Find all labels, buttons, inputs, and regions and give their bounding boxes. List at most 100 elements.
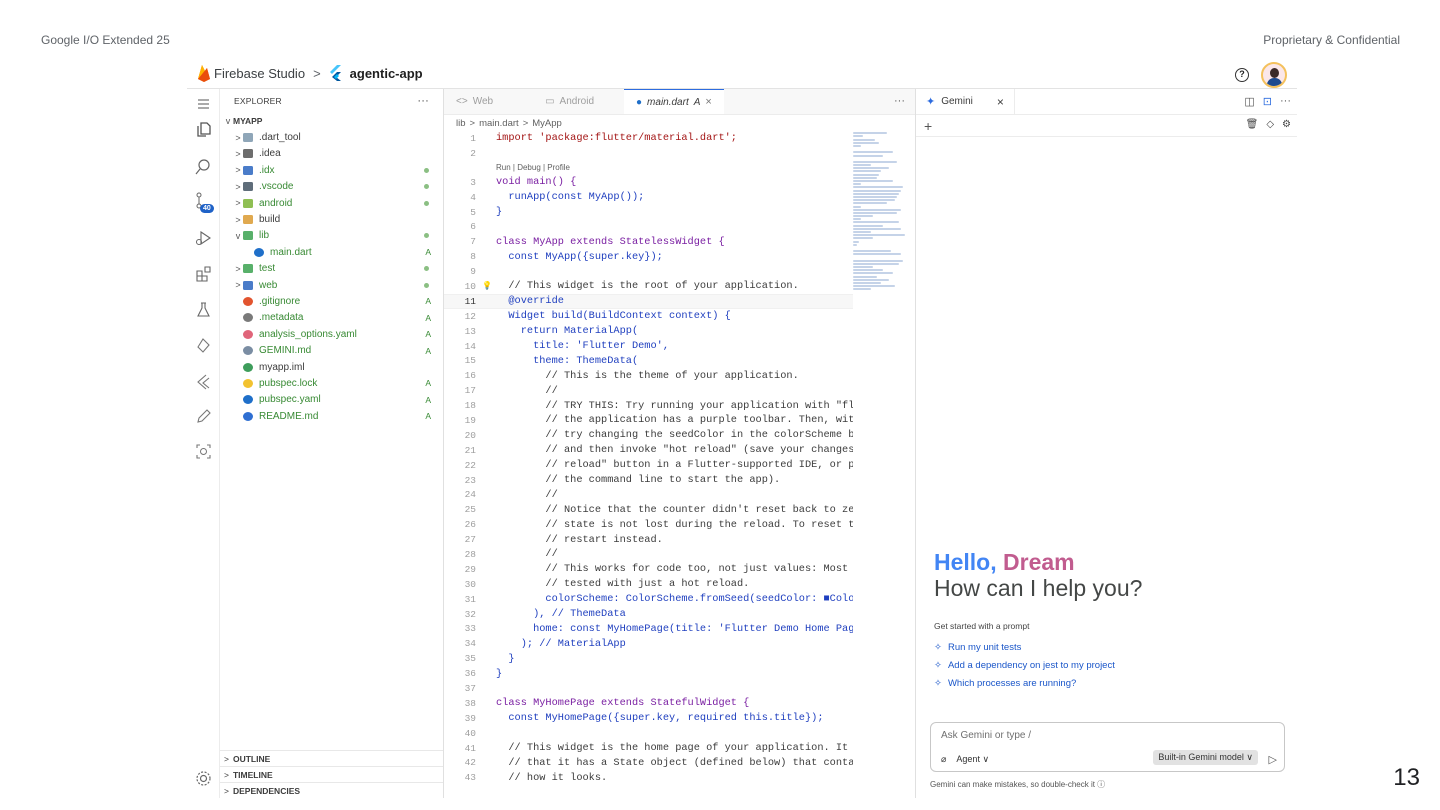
tree-item[interactable]: pubspec.lock A <box>220 375 443 391</box>
line-number: 19 <box>464 414 476 426</box>
tree-item[interactable]: > .vscode <box>220 179 443 195</box>
tree-item[interactable]: > .idx <box>220 162 443 178</box>
tab-android[interactable]: ▭ Android <box>533 89 624 114</box>
agent-mode-dropdown[interactable]: Agent ∨ <box>956 754 989 765</box>
editor-panel: <> Web ▭ Android ● main.dart A × ··· lib > main.d… <box>444 89 916 798</box>
settings-icon[interactable]: ⚙ <box>1282 119 1291 130</box>
model-select[interactable]: Built-in Gemini model ∨ <box>1153 750 1258 765</box>
tree-item[interactable]: > test <box>220 261 443 277</box>
close-icon[interactable]: × <box>705 96 711 108</box>
tab-web[interactable]: <> Web <box>444 89 533 114</box>
tree-item[interactable]: > web <box>220 277 443 293</box>
tree-item[interactable]: myapp.iml <box>220 359 443 375</box>
chevron-right-icon: > <box>224 753 229 764</box>
code-area[interactable]: 1 import 'package:flutter/material.dart';… <box>444 131 853 798</box>
tree-item[interactable]: > .dart_tool <box>220 129 443 145</box>
tree-item[interactable]: v lib <box>220 228 443 244</box>
chevron-right-icon: > <box>235 181 241 192</box>
tree-item[interactable]: README.md A <box>220 408 443 424</box>
code-line: 3 void main() { <box>444 175 853 190</box>
settings-gear-icon[interactable] <box>195 770 212 787</box>
tab-gemini[interactable]: ✦ Gemini × <box>916 89 1015 114</box>
code-text: ); // MaterialApp <box>496 637 626 650</box>
file-icon <box>243 395 253 405</box>
send-icon[interactable]: ▷ <box>1269 753 1277 766</box>
sparkle-icon: ✧ <box>934 677 942 689</box>
flutter-nav-icon[interactable] <box>195 373 212 390</box>
tree-item[interactable]: analysis_options.yaml A <box>220 326 443 342</box>
sidebar-section[interactable]: > TIMELINE <box>220 766 443 782</box>
lock-icon[interactable]: ⊡ <box>1263 95 1272 108</box>
folder-icon <box>243 215 253 225</box>
breadcrumb-item[interactable]: main.dart <box>479 118 519 129</box>
more-icon[interactable]: ··· <box>1280 95 1291 108</box>
edit-pen-icon[interactable] <box>195 408 212 425</box>
tree-item[interactable]: .gitignore A <box>220 293 443 309</box>
git-status: A <box>425 345 431 356</box>
tab-status: A <box>693 96 701 108</box>
menu-icon[interactable] <box>195 95 212 112</box>
eraser-icon[interactable]: ◇ <box>1266 119 1274 130</box>
tree-item[interactable]: > build <box>220 211 443 227</box>
line-number: 8 <box>470 251 476 263</box>
extensions-icon[interactable] <box>195 265 212 282</box>
suggested-prompt[interactable]: ✧ Run my unit tests <box>934 639 1021 655</box>
tree-item[interactable]: GEMINI.md A <box>220 342 443 358</box>
testing-flask-icon[interactable] <box>195 301 212 318</box>
line-number: 25 <box>464 504 476 516</box>
app-name[interactable]: Firebase Studio <box>214 66 305 81</box>
close-icon[interactable]: × <box>997 95 1004 109</box>
breadcrumb-item[interactable]: MyApp <box>532 118 562 129</box>
code-line: 5} <box>444 205 853 220</box>
code-line: 11 @override <box>444 293 853 309</box>
suggested-prompt-label: Which processes are running? <box>947 677 1077 689</box>
explorer-files-icon[interactable] <box>195 121 212 138</box>
firebase-icon[interactable] <box>195 337 212 354</box>
lightbulb-icon[interactable]: 💡 <box>482 281 492 291</box>
explorer-more-button[interactable]: ··· <box>417 95 429 107</box>
minimap-line <box>853 285 895 288</box>
breadcrumb-item[interactable]: lib <box>456 118 466 129</box>
search-icon[interactable] <box>195 158 212 175</box>
code-text: // the command line to start the app). <box>496 474 781 487</box>
git-status: A <box>425 296 431 307</box>
trash-icon[interactable]: 🗑 <box>1246 119 1259 130</box>
sidebar-section[interactable]: > OUTLINE <box>220 750 443 766</box>
split-view-icon[interactable]: ◫ <box>1244 95 1254 108</box>
project-name[interactable]: agentic-app <box>350 66 423 81</box>
tree-item[interactable]: > .idea <box>220 146 443 162</box>
line-number: 39 <box>464 712 476 724</box>
run-debug-icon[interactable] <box>195 229 212 246</box>
new-chat-button[interactable]: + <box>924 118 932 134</box>
attach-icon[interactable]: ⌀ <box>941 754 946 765</box>
tree-item[interactable]: pubspec.yaml A <box>220 392 443 408</box>
minimap-line <box>853 205 861 208</box>
tree-item[interactable]: .metadata A <box>220 310 443 326</box>
sidebar-section[interactable]: > DEPENDENCIES <box>220 782 443 798</box>
explorer-panel: EXPLORER ··· v MYAPP > .dart_tool > .idea >.… <box>220 89 444 798</box>
tree-item[interactable]: > android <box>220 195 443 211</box>
tab-main-dart[interactable]: ● main.dart A × <box>624 89 724 114</box>
help-icon[interactable]: ? <box>1235 68 1249 82</box>
tree-item[interactable]: main.dart A <box>220 244 443 260</box>
chat-input[interactable]: Ask Gemini or type / ⌀ Agent ∨ Built-in … <box>930 722 1285 772</box>
codelens[interactable]: Run | Debug | Profile <box>444 161 853 175</box>
git-status: A <box>425 312 431 323</box>
tree-root[interactable]: v MYAPP <box>220 113 443 129</box>
code-text: home: const MyHomePage(title: 'Flutter D… <box>496 622 853 635</box>
code-line: 32 ), // ThemeData <box>444 607 853 622</box>
suggested-prompt[interactable]: ✧ Add a dependency on jest to my project <box>934 657 1115 673</box>
editor-more-button[interactable]: ··· <box>894 95 905 107</box>
avatar[interactable] <box>1261 62 1287 88</box>
tree-item-label: lib <box>259 230 270 242</box>
code-line: 31 colorScheme: ColorScheme.fromSeed(see… <box>444 592 853 607</box>
minimap-line <box>853 240 859 243</box>
sparkle-icon: ✧ <box>934 641 942 653</box>
minimap[interactable] <box>853 131 915 331</box>
code-text: } <box>496 206 503 218</box>
focus-view-icon[interactable] <box>195 443 212 460</box>
code-line: 21 // and then invoke "hot reload" (save… <box>444 443 853 458</box>
dart-file-icon: ● <box>636 96 643 108</box>
suggested-prompt[interactable]: ✧ Which processes are running? <box>934 675 1076 691</box>
folder-icon <box>243 280 253 290</box>
